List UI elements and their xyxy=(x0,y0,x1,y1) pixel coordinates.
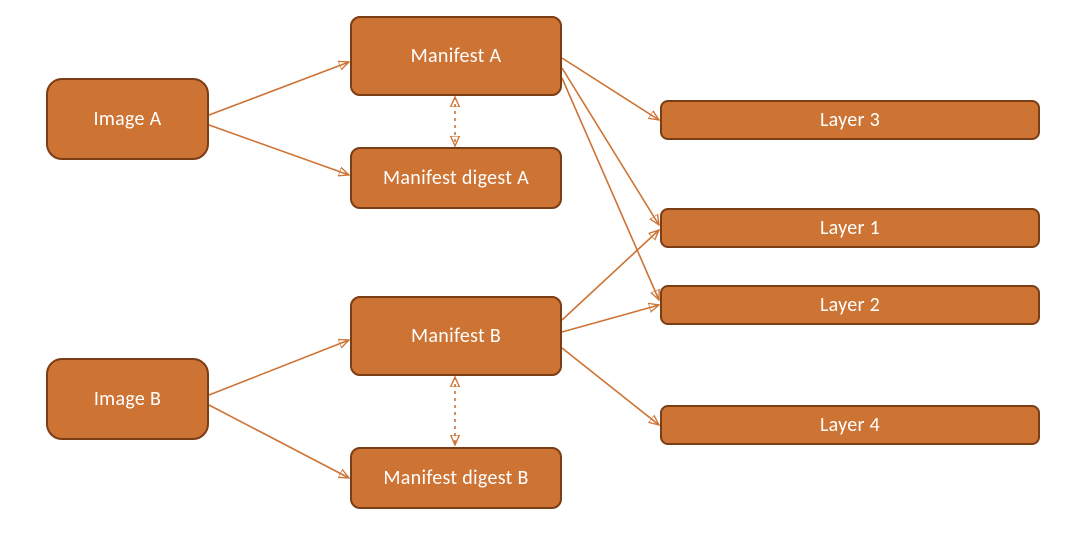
node-label: Layer 1 xyxy=(820,216,880,240)
node-label: Manifest B xyxy=(411,324,501,348)
node-label: Image B xyxy=(94,387,161,411)
node-layer-4: Layer 4 xyxy=(660,405,1040,445)
node-manifest-digest-a: Manifest digest A xyxy=(350,147,562,209)
node-label: Manifest A xyxy=(411,44,502,68)
node-manifest-digest-b: Manifest digest B xyxy=(350,447,562,509)
node-label: Layer 4 xyxy=(820,413,880,437)
node-label: Manifest digest B xyxy=(383,466,528,490)
node-label: Layer 3 xyxy=(820,108,880,132)
node-label: Manifest digest A xyxy=(383,166,529,190)
node-manifest-a: Manifest A xyxy=(350,16,562,96)
node-layer-2: Layer 2 xyxy=(660,285,1040,325)
node-label: Image A xyxy=(94,107,162,131)
diagram-canvas: Image A Image B Manifest A Manifest dige… xyxy=(0,0,1066,553)
node-image-a: Image A xyxy=(46,78,209,160)
node-manifest-b: Manifest B xyxy=(350,296,562,376)
node-layer-1: Layer 1 xyxy=(660,208,1040,248)
node-layer-3: Layer 3 xyxy=(660,100,1040,140)
node-image-b: Image B xyxy=(46,358,209,440)
node-label: Layer 2 xyxy=(820,293,880,317)
